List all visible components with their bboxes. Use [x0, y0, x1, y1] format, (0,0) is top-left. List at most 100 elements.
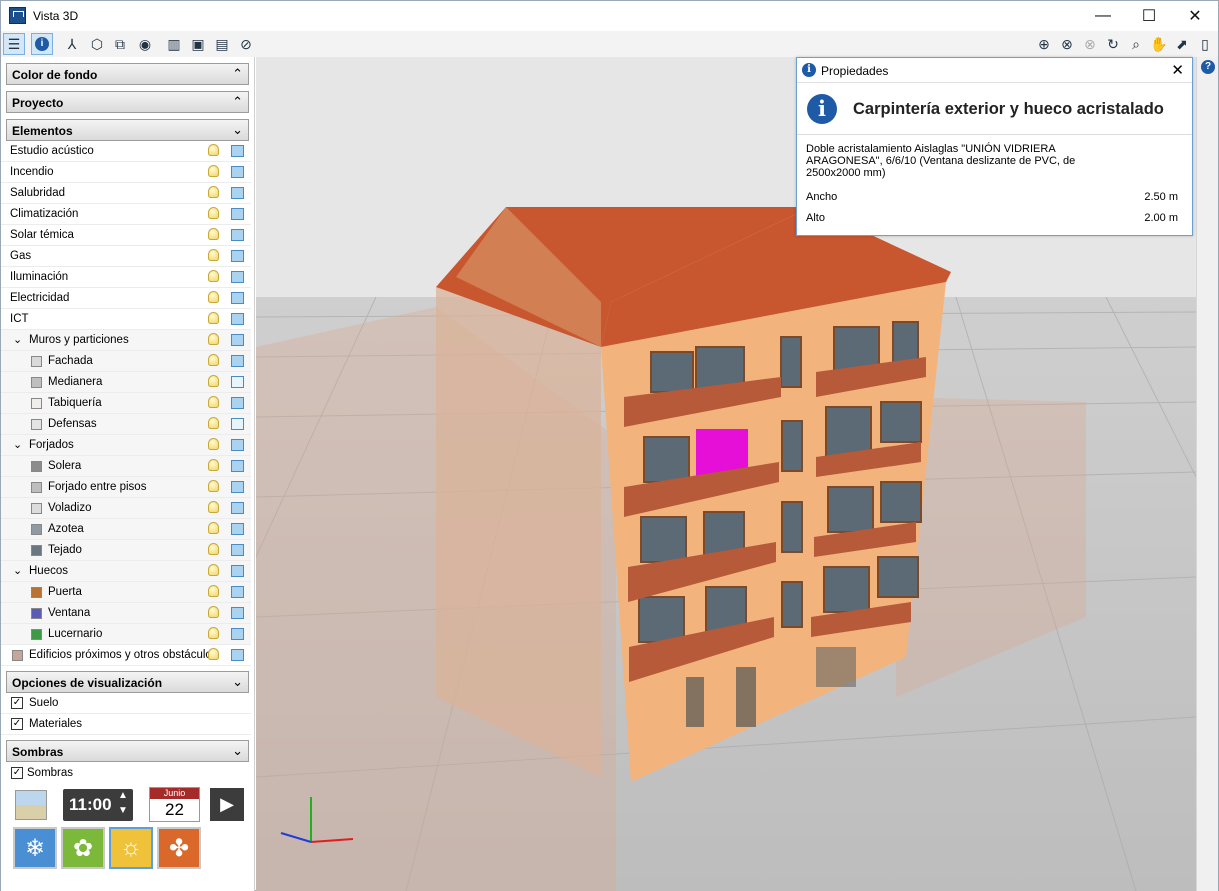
lightbulb-icon[interactable] — [208, 333, 219, 345]
lightbulb-icon[interactable] — [208, 438, 219, 450]
cube-icon[interactable] — [231, 502, 244, 514]
rotate-icon[interactable]: ↻ — [1102, 33, 1124, 55]
element-row[interactable]: Forjado entre pisos — [1, 477, 251, 498]
lightbulb-icon[interactable] — [208, 417, 219, 429]
help-icon[interactable]: ? — [1201, 60, 1215, 74]
sombras-toggle[interactable]: ✓ Sombras — [1, 763, 251, 784]
cube-icon[interactable] — [231, 334, 244, 346]
element-row[interactable]: Gas — [1, 246, 251, 267]
summer-icon[interactable]: ☼ — [109, 827, 153, 869]
cube-icon[interactable] — [231, 187, 244, 199]
zoom-prev-icon[interactable]: ⊗ — [1079, 33, 1101, 55]
lightbulb-icon[interactable] — [208, 501, 219, 513]
color-swatch[interactable] — [31, 356, 42, 367]
lightbulb-icon[interactable] — [208, 564, 219, 576]
section-color-fondo[interactable]: Color de fondo ⌃ — [6, 63, 249, 85]
color-swatch[interactable] — [31, 482, 42, 493]
element-row[interactable]: Solera — [1, 456, 251, 477]
color-swatch[interactable] — [31, 608, 42, 619]
chevron-down-icon[interactable]: ⌄ — [13, 438, 22, 451]
lightbulb-icon[interactable] — [208, 228, 219, 240]
section-elementos[interactable]: Elementos ⌄ — [6, 119, 249, 141]
plan-icon[interactable]: ▣ — [187, 33, 209, 55]
lightbulb-icon[interactable] — [208, 270, 219, 282]
lightbulb-icon[interactable] — [208, 459, 219, 471]
house-sun-icon[interactable] — [15, 790, 47, 820]
zoom-all-icon[interactable]: ⊕ — [1033, 33, 1055, 55]
lightbulb-icon[interactable] — [208, 585, 219, 597]
checkbox[interactable]: ✓ — [11, 697, 23, 709]
lightbulb-icon[interactable] — [208, 627, 219, 639]
color-swatch[interactable] — [31, 461, 42, 472]
element-row[interactable]: Solar témica — [1, 225, 251, 246]
minimize-button[interactable]: — — [1080, 1, 1126, 31]
time-spinner[interactable]: 11:00 ▲ ▼ — [63, 789, 133, 821]
cube-icon[interactable] — [231, 649, 244, 661]
element-row[interactable]: Ventana — [1, 603, 251, 624]
lightbulb-icon[interactable] — [208, 648, 219, 660]
book-icon[interactable]: ▯ — [1194, 33, 1216, 55]
cube-icon[interactable] — [231, 628, 244, 640]
wire-view-icon[interactable]: ⧉ — [109, 33, 131, 55]
checkbox[interactable]: ✓ — [11, 767, 23, 779]
lightbulb-icon[interactable] — [208, 354, 219, 366]
time-down-icon[interactable]: ▼ — [118, 805, 128, 816]
lightbulb-icon[interactable] — [208, 480, 219, 492]
zoom-window-icon[interactable]: ⊗ — [1056, 33, 1078, 55]
color-swatch[interactable] — [31, 545, 42, 556]
autumn-icon[interactable]: ✤ — [157, 827, 201, 869]
color-swatch[interactable] — [31, 503, 42, 514]
option-suelo[interactable]: ✓ Suelo — [1, 693, 251, 714]
lightbulb-icon[interactable] — [208, 522, 219, 534]
cube-icon[interactable] — [231, 523, 244, 535]
lightbulb-icon[interactable] — [208, 186, 219, 198]
cube-icon[interactable] — [231, 481, 244, 493]
cube-icon[interactable] — [231, 271, 244, 283]
element-row[interactable]: Climatización — [1, 204, 251, 225]
section-icon[interactable]: ▥ — [163, 33, 185, 55]
cube-icon[interactable] — [231, 292, 244, 304]
lightbulb-icon[interactable] — [208, 606, 219, 618]
cube-icon[interactable] — [231, 607, 244, 619]
solid-view-icon[interactable]: ⬡ — [86, 33, 108, 55]
cube-icon[interactable] — [231, 460, 244, 472]
cube-icon[interactable] — [231, 313, 244, 325]
section-opciones[interactable]: Opciones de visualización ⌄ — [6, 671, 249, 693]
color-swatch[interactable] — [31, 524, 42, 535]
element-row[interactable]: Puerta — [1, 582, 251, 603]
cube-icon[interactable] — [231, 355, 244, 367]
spring-icon[interactable]: ✿ — [61, 827, 105, 869]
color-swatch[interactable] — [31, 419, 42, 430]
cube-icon[interactable] — [231, 250, 244, 262]
element-row[interactable]: Lucernario — [1, 624, 251, 645]
element-row[interactable]: Tabiquería — [1, 393, 251, 414]
cube-icon[interactable] — [231, 145, 244, 157]
maximize-button[interactable]: ☐ — [1126, 1, 1172, 31]
lightbulb-icon[interactable] — [208, 249, 219, 261]
element-group-row[interactable]: ⌄ Muros y particiones — [1, 330, 251, 351]
lightbulb-icon[interactable] — [208, 396, 219, 408]
element-row[interactable]: Fachada — [1, 351, 251, 372]
color-swatch[interactable] — [31, 377, 42, 388]
option-materiales[interactable]: ✓ Materiales — [1, 714, 251, 735]
lightbulb-icon[interactable] — [208, 375, 219, 387]
element-row[interactable]: Electricidad — [1, 288, 251, 309]
cube-icon[interactable] — [231, 565, 244, 577]
cube-icon[interactable] — [231, 544, 244, 556]
cube-icon[interactable] — [231, 586, 244, 598]
lightbulb-icon[interactable] — [208, 543, 219, 555]
cube-icon[interactable] — [231, 166, 244, 178]
color-swatch[interactable] — [31, 398, 42, 409]
close-button[interactable]: ✕ — [1172, 1, 1218, 31]
element-row[interactable]: Incendio — [1, 162, 251, 183]
element-row[interactable]: Iluminación — [1, 267, 251, 288]
axes-icon[interactable]: ⅄ — [61, 33, 83, 55]
element-group-row[interactable]: ⌄ Forjados — [1, 435, 251, 456]
section-sombras[interactable]: Sombras ⌄ — [6, 740, 249, 762]
lightbulb-icon[interactable] — [208, 165, 219, 177]
cube-icon[interactable] — [231, 439, 244, 451]
element-row[interactable]: Medianera — [1, 372, 251, 393]
chevron-down-icon[interactable]: ⌄ — [13, 564, 22, 577]
element-row[interactable]: Voladizo — [1, 498, 251, 519]
wireframe-cube-icon[interactable] — [231, 418, 244, 430]
